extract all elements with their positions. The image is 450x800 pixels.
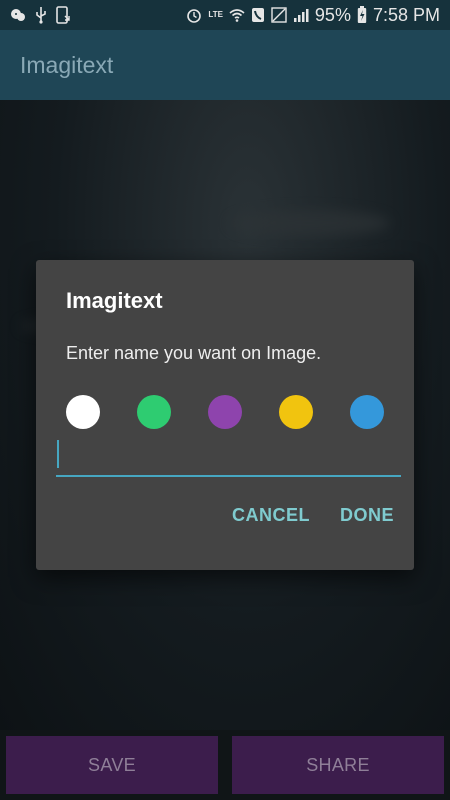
bottom-bar: SAVE SHARE bbox=[0, 730, 450, 800]
cancel-button[interactable]: CANCEL bbox=[232, 505, 310, 526]
phone-icon bbox=[251, 7, 265, 23]
battery-charging-icon bbox=[357, 6, 367, 24]
status-left-icons bbox=[10, 6, 70, 24]
status-right-icons: LTE 95% 7:58 PM bbox=[186, 5, 440, 26]
color-swatch-blue[interactable] bbox=[350, 395, 384, 429]
color-swatch-white[interactable] bbox=[66, 395, 100, 429]
chat-icon bbox=[10, 7, 26, 23]
app-bar: Imagitext bbox=[0, 30, 450, 100]
share-button[interactable]: SHARE bbox=[232, 736, 444, 794]
name-dialog: Imagitext Enter name you want on Image. … bbox=[36, 260, 414, 570]
app-title: Imagitext bbox=[20, 51, 114, 78]
status-bar: LTE 95% 7:58 PM bbox=[0, 0, 450, 30]
volte-label: LTE bbox=[208, 10, 223, 19]
done-button[interactable]: DONE bbox=[340, 505, 394, 526]
wifi-icon bbox=[229, 7, 245, 23]
color-swatch-yellow[interactable] bbox=[279, 395, 313, 429]
dialog-title: Imagitext bbox=[66, 288, 163, 313]
download-phone-icon bbox=[56, 6, 70, 24]
background-blur-shape bbox=[230, 210, 390, 236]
dialog-actions: CANCEL DONE bbox=[232, 505, 394, 526]
save-button[interactable]: SAVE bbox=[6, 736, 218, 794]
alarm-icon bbox=[186, 7, 202, 23]
signal-icon bbox=[293, 7, 309, 23]
clock-time: 7:58 PM bbox=[372, 4, 440, 25]
color-swatch-green[interactable] bbox=[137, 395, 171, 429]
name-input[interactable] bbox=[56, 435, 401, 477]
color-swatch-row bbox=[66, 395, 384, 429]
battery-percent: 95% bbox=[314, 4, 351, 25]
text-cursor bbox=[57, 440, 59, 468]
dialog-message: Enter name you want on Image. bbox=[66, 343, 322, 363]
usb-icon bbox=[34, 6, 48, 24]
color-swatch-purple[interactable] bbox=[208, 395, 242, 429]
volte-icon: LTE bbox=[208, 11, 223, 19]
no-signal-icon bbox=[271, 7, 287, 23]
